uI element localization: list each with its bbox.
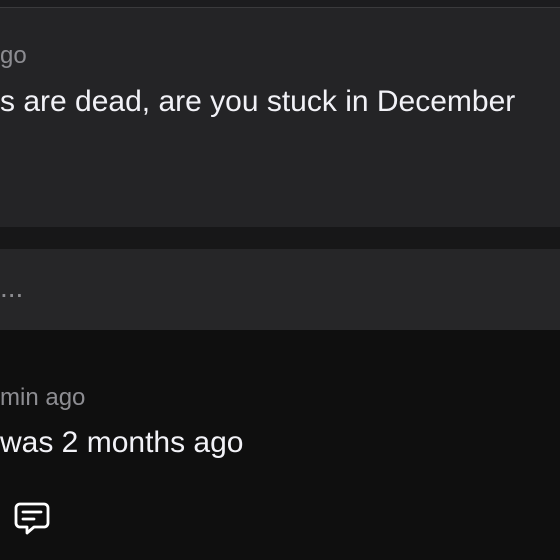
reply-button[interactable] xyxy=(10,497,54,541)
comment-timestamp: min ago xyxy=(0,384,86,411)
comment-timestamp: go xyxy=(0,42,27,69)
reply-input[interactable] xyxy=(0,249,560,330)
reply-input-placeholder: ... xyxy=(0,272,24,303)
comment-text: s are dead, are you stuck in December xyxy=(0,85,516,118)
comment-thread-screen: go s are dead, are you stuck in December… xyxy=(0,0,560,560)
top-divider xyxy=(0,0,560,8)
comment-text: was 2 months ago xyxy=(0,426,244,459)
card-gap xyxy=(0,227,560,249)
comment-card: go s are dead, are you stuck in December xyxy=(0,8,560,227)
message-icon xyxy=(14,502,50,535)
